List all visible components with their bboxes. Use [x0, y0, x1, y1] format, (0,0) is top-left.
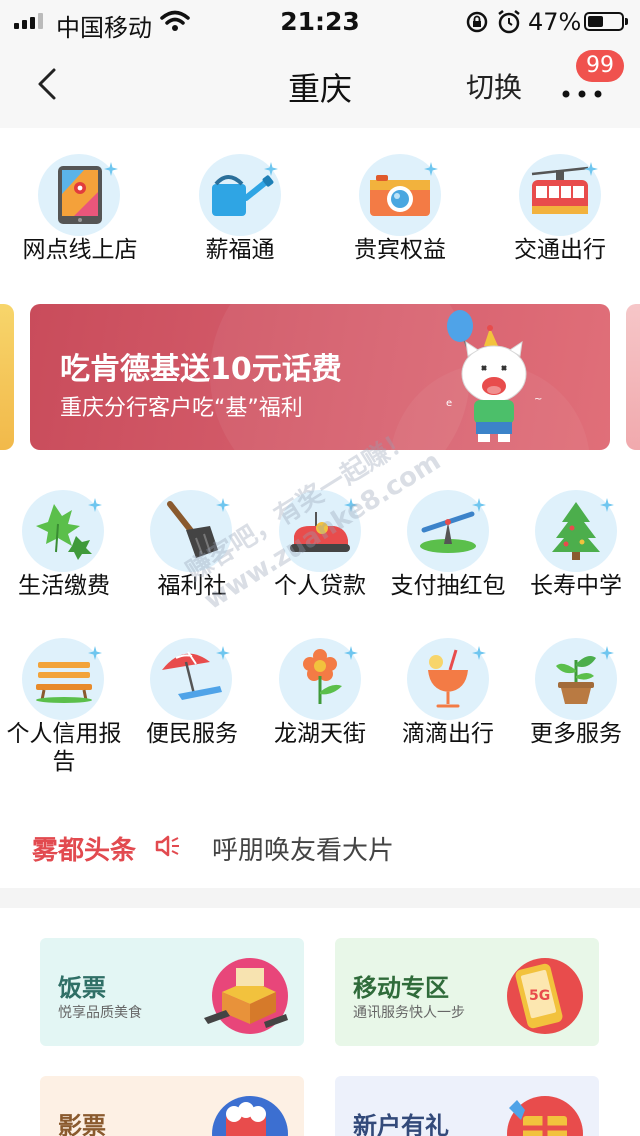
card-title: 饭票 — [58, 974, 106, 1002]
card-title: 影票 — [58, 1112, 106, 1136]
service-label: 交通出行 — [514, 237, 606, 263]
sparkle-icon — [600, 646, 614, 660]
banner-title: 吃肯德基送10元话费 — [60, 352, 342, 387]
cocktail-icon — [428, 649, 468, 708]
card-meal-voucher[interactable]: 饭票 悦享品质美食 — [40, 938, 304, 1046]
potted-plant-icon — [556, 656, 596, 704]
service-label: 滴滴出行 — [402, 721, 494, 747]
5g-phone-icon: 5G — [507, 958, 583, 1034]
banner-prev-peek[interactable] — [0, 304, 14, 450]
bench-icon — [36, 662, 92, 703]
service-label: 生活缴费 — [18, 573, 110, 599]
service-label: 网点线上店 — [22, 237, 138, 263]
promo-banner[interactable]: 吃肯德基送10元话费 重庆分行客户吃“基”福利 e ~ — [30, 304, 610, 450]
card-movie-ticket[interactable]: 影票 — [40, 1076, 304, 1136]
bumper-car-icon — [290, 512, 350, 552]
map-tablet-icon — [58, 166, 102, 224]
banner-next-peek[interactable] — [626, 304, 640, 450]
sparkle-icon — [264, 162, 278, 176]
nav-bar: 重庆 切换 99 — [0, 42, 640, 128]
banner-subtitle: 重庆分行客户吃“基”福利 — [60, 396, 303, 421]
sparkle-icon — [344, 498, 358, 512]
sparkle-icon — [424, 162, 438, 176]
sparkle-icon — [584, 162, 598, 176]
sparkle-icon — [104, 162, 118, 176]
card-title: 移动专区 — [353, 974, 449, 1002]
shovel-icon — [167, 501, 218, 558]
service-label: 薪福通 — [205, 237, 275, 263]
svg-text:5G: 5G — [529, 988, 550, 1004]
switch-city-button[interactable]: 切换 — [466, 66, 522, 106]
alarm-icon — [498, 10, 520, 34]
svg-text:~: ~ — [534, 394, 542, 405]
gift-icon — [507, 1096, 583, 1136]
service-label: 个人信用报告 — [6, 721, 122, 775]
sparkle-icon — [344, 646, 358, 660]
card-subtitle: 通讯服务快人一步 — [353, 1005, 465, 1021]
seesaw-icon — [420, 511, 476, 553]
sparkle-icon — [216, 646, 230, 660]
service-label: 便民服务 — [146, 721, 238, 747]
ticker-headline[interactable]: 呼朋唤友看大片 — [212, 830, 394, 867]
notification-badge: 99 — [576, 50, 624, 82]
service-label: 龙湖天街 — [274, 721, 366, 747]
svg-text:e: e — [446, 398, 452, 409]
status-bar: 中国移动 21:23 47% — [0, 0, 640, 42]
rotation-lock-icon — [466, 11, 488, 33]
speaker-icon — [155, 835, 179, 857]
cat-mascot-icon: e ~ — [446, 310, 542, 442]
sparkle-icon — [88, 646, 102, 660]
christmas-tree-icon — [552, 502, 600, 560]
sparkle-icon — [216, 498, 230, 512]
service-label: 更多服务 — [530, 721, 622, 747]
sparkle-icon — [600, 498, 614, 512]
service-label: 福利社 — [157, 573, 227, 599]
card-subtitle: 悦享品质美食 — [58, 1005, 142, 1021]
battery-percent: 47% — [528, 8, 582, 36]
service-label: 个人贷款 — [274, 573, 366, 599]
page-title: 重庆 — [287, 70, 352, 108]
camera-icon — [370, 175, 430, 216]
battery-icon — [584, 12, 628, 31]
sparkle-icon — [88, 498, 102, 512]
flower-icon — [303, 649, 342, 704]
sparkle-icon — [472, 646, 486, 660]
cable-car-icon — [531, 166, 589, 214]
food-box-icon — [204, 958, 288, 1034]
card-title: 新户有礼 — [353, 1112, 449, 1136]
ticker-title: 雾都头条 — [32, 836, 137, 866]
card-mobile-zone[interactable]: 移动专区 通讯服务快人一步 5G — [335, 938, 599, 1046]
card-new-user-gift[interactable]: 新户有礼 — [335, 1076, 599, 1136]
popcorn-icon — [212, 1096, 288, 1136]
leaf-icon — [36, 504, 92, 560]
sparkle-icon — [472, 498, 486, 512]
service-label: 贵宾权益 — [354, 237, 446, 263]
service-label: 支付抽红包 — [390, 573, 506, 599]
service-label: 长寿中学 — [530, 573, 622, 599]
